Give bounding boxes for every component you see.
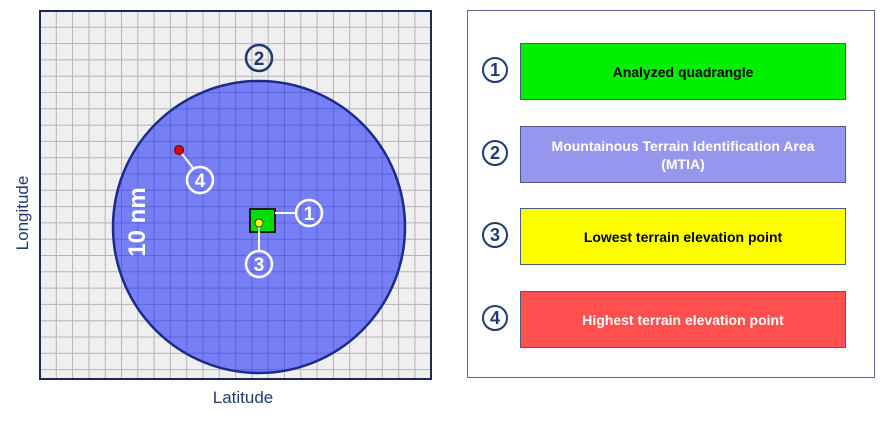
legend-panel: 1 Analyzed quadrangle 2 Mountainous Terr… <box>467 10 875 378</box>
legend-item-3: 3 Lowest terrain elevation point <box>468 208 874 268</box>
legend-label-mtia: Mountainous Terrain Identification Area … <box>520 126 846 183</box>
lowest-point-dot <box>254 218 264 228</box>
highest-point-dot <box>174 145 184 155</box>
y-axis-label: Longitude <box>13 175 32 251</box>
legend-label-lowest-point: Lowest terrain elevation point <box>520 208 846 265</box>
marker-4-label: 4 <box>195 171 206 192</box>
legend-number-3: 3 <box>482 222 508 248</box>
legend-number-4: 4 <box>482 305 508 331</box>
legend-item-2: 2 Mountainous Terrain Identification Are… <box>468 126 874 186</box>
legend-label-analyzed-quadrangle: Analyzed quadrangle <box>520 43 846 100</box>
marker-3-label: 3 <box>254 255 265 276</box>
legend-item-4: 4 Highest terrain elevation point <box>468 291 874 351</box>
legend-number-2: 2 <box>482 140 508 166</box>
legend-number-1: 1 <box>482 57 508 83</box>
legend-item-1: 1 Analyzed quadrangle <box>468 43 874 103</box>
terrain-diagram: 1 2 3 4 10 nm <box>39 10 432 380</box>
radius-label: 10 nm <box>124 187 151 256</box>
legend-label-highest-point: Highest terrain elevation point <box>520 291 846 348</box>
marker-1-label: 1 <box>304 204 315 225</box>
marker-2-label: 2 <box>254 49 265 70</box>
x-axis-label: Latitude <box>212 388 274 407</box>
